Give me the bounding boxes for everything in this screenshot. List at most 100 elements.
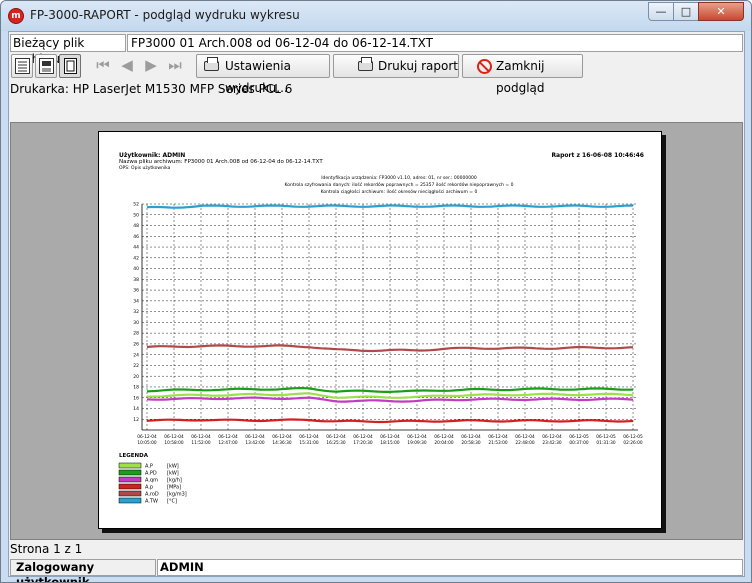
x-tick-date: 06-12-04 xyxy=(272,434,292,440)
report-user: Użytkownik: ADMIN xyxy=(119,152,185,159)
x-tick-time: 14:36:30 xyxy=(272,440,292,446)
y-tick-label: 14 xyxy=(133,406,139,412)
x-tick-date: 06-12-04 xyxy=(137,434,157,440)
report-page: Użytkownik: ADMIN Nazwa pliku archiwum: … xyxy=(98,131,662,529)
page-view-icon xyxy=(39,58,54,74)
legend-unit: [kW] xyxy=(167,471,179,477)
x-tick-time: 13:42:00 xyxy=(245,440,265,446)
printer-settings-icon xyxy=(204,57,219,71)
report-date: Raport z 16-06-08 10:46:46 xyxy=(551,152,644,159)
report-ident-3: Kontrola ciągłości archiwum: ilość okres… xyxy=(321,188,478,195)
x-tick-date: 06-12-05 xyxy=(596,434,616,440)
printer-icon xyxy=(358,57,373,71)
close-preview-button[interactable]: Zamknij podgląd xyxy=(462,54,583,95)
client-area: Bieżący plik archiwun FP3000 01 Arch.008… xyxy=(8,31,745,582)
y-tick-label: 30 xyxy=(133,320,139,326)
print-settings-button[interactable]: Ustawienia wydruku... xyxy=(196,54,330,95)
page-view-button[interactable] xyxy=(35,54,57,78)
x-tick-time: 01:31:30 xyxy=(596,440,616,446)
single-page-button[interactable] xyxy=(59,54,81,78)
legend-swatch xyxy=(118,497,142,504)
y-tick-label: 46 xyxy=(133,234,139,240)
x-tick-time: 12:47:00 xyxy=(218,440,238,446)
x-tick-date: 06-12-05 xyxy=(569,434,589,440)
main-window: m FP-3000-RAPORT - podgląd wydruku wykre… xyxy=(0,0,752,583)
legend-label: A.TW xyxy=(145,499,158,505)
archive-file-value: FP3000 01 Arch.008 od 06-12-04 do 06-12-… xyxy=(127,34,743,52)
y-tick-label: 40 xyxy=(133,266,139,272)
y-tick-label: 28 xyxy=(133,331,139,337)
x-tick-time: 10:05:00 xyxy=(137,440,157,446)
x-tick-date: 06-12-04 xyxy=(461,434,481,440)
no-entry-icon xyxy=(477,59,492,74)
x-tick-date: 06-12-04 xyxy=(326,434,346,440)
y-tick-label: 44 xyxy=(133,245,139,251)
x-tick-date: 06-12-05 xyxy=(623,434,643,440)
y-tick-label: 34 xyxy=(133,298,139,304)
list-view-button[interactable] xyxy=(11,54,33,78)
x-tick-date: 06-12-04 xyxy=(164,434,184,440)
chart: 12 14 16 18 20 22 24 26 28 30 32 34 36 38 40 42 44 46 48 50… xyxy=(133,202,643,446)
x-tick-date: 06-12-04 xyxy=(245,434,265,440)
y-tick-label: 12 xyxy=(133,417,139,423)
legend-label: A.qm xyxy=(145,478,158,484)
y-tick-label: 18 xyxy=(133,385,139,391)
legend-unit: [MPa] xyxy=(167,485,181,491)
first-page-button[interactable]: ⏮ xyxy=(92,54,114,78)
report-ident-1: Identyfikacja urządzenia: FP3000 v1.10, … xyxy=(321,175,477,181)
legend-swatch xyxy=(118,469,142,476)
logged-user-label: Zalogowany użytkownik xyxy=(10,559,156,582)
legend-label: A.P xyxy=(145,464,153,470)
print-preview-area[interactable]: Użytkownik: ADMIN Nazwa pliku archiwum: … xyxy=(10,122,743,540)
archive-file-label: Bieżący plik archiwun xyxy=(10,34,126,66)
list-view-icon xyxy=(15,58,30,74)
y-tick-label: 50 xyxy=(133,212,139,218)
x-tick-time: 15:31:00 xyxy=(299,440,319,446)
y-tick-label: 16 xyxy=(133,395,139,401)
x-tick-time: 10:58:00 xyxy=(164,440,184,446)
window-title: FP-3000-RAPORT - podgląd wydruku wykresu xyxy=(30,8,300,22)
x-tick-time: 23:42:30 xyxy=(542,440,562,446)
report-svg: Użytkownik: ADMIN Nazwa pliku archiwum: … xyxy=(118,152,644,505)
x-tick-time: 16:25:30 xyxy=(326,440,346,446)
legend-label: A.p xyxy=(145,485,153,491)
x-tick-time: 17:20:30 xyxy=(353,440,373,446)
next-page-button[interactable]: ▶ xyxy=(140,54,162,78)
x-tick-time: 21:53:00 xyxy=(488,440,508,446)
x-tick-date: 06-12-04 xyxy=(515,434,535,440)
legend-unit: [°C] xyxy=(167,499,177,505)
x-tick-time: 02:26:00 xyxy=(623,440,643,446)
x-tick-date: 06-12-04 xyxy=(434,434,454,440)
logged-user-value: ADMIN xyxy=(157,559,743,576)
title-bar: m FP-3000-RAPORT - podgląd wydruku wykre… xyxy=(1,1,751,31)
legend-label: A.roD xyxy=(145,492,159,498)
x-tick-time: 20:58:30 xyxy=(461,440,481,446)
legend-unit: [kg/h] xyxy=(167,478,182,484)
y-tick-label: 26 xyxy=(133,342,139,348)
print-report-button[interactable]: Drukuj raport xyxy=(333,54,459,78)
print-report-label: Drukuj raport xyxy=(378,59,458,73)
y-tick-label: 36 xyxy=(133,288,139,294)
x-tick-date: 06-12-04 xyxy=(218,434,238,440)
legend-swatch xyxy=(118,462,142,469)
y-tick-label: 42 xyxy=(133,255,139,261)
x-tick-date: 06-12-04 xyxy=(299,434,319,440)
previous-page-button[interactable]: ◀ xyxy=(116,54,138,78)
report-ident-2: Kontrola szyfrowania danych: ilość rekor… xyxy=(285,181,514,188)
x-tick-time: 19:09:30 xyxy=(407,440,427,446)
legend-swatch xyxy=(118,483,142,490)
last-page-button[interactable]: ⏭ xyxy=(164,54,186,78)
x-tick-time: 00:37:00 xyxy=(569,440,589,446)
series-line-atw xyxy=(146,204,634,209)
maximize-button[interactable]: □ xyxy=(673,2,699,21)
x-tick-date: 06-12-04 xyxy=(542,434,562,440)
x-tick-date: 06-12-04 xyxy=(191,434,211,440)
series-line-ap xyxy=(146,418,634,424)
x-tick-date: 06-12-04 xyxy=(407,434,427,440)
minimize-button[interactable]: — xyxy=(648,2,674,21)
legend-swatch xyxy=(118,490,142,497)
single-page-icon xyxy=(64,58,77,74)
close-button[interactable]: ✕ xyxy=(698,2,744,21)
x-tick-date: 06-12-04 xyxy=(488,434,508,440)
close-preview-label: Zamknij podgląd xyxy=(496,59,545,95)
